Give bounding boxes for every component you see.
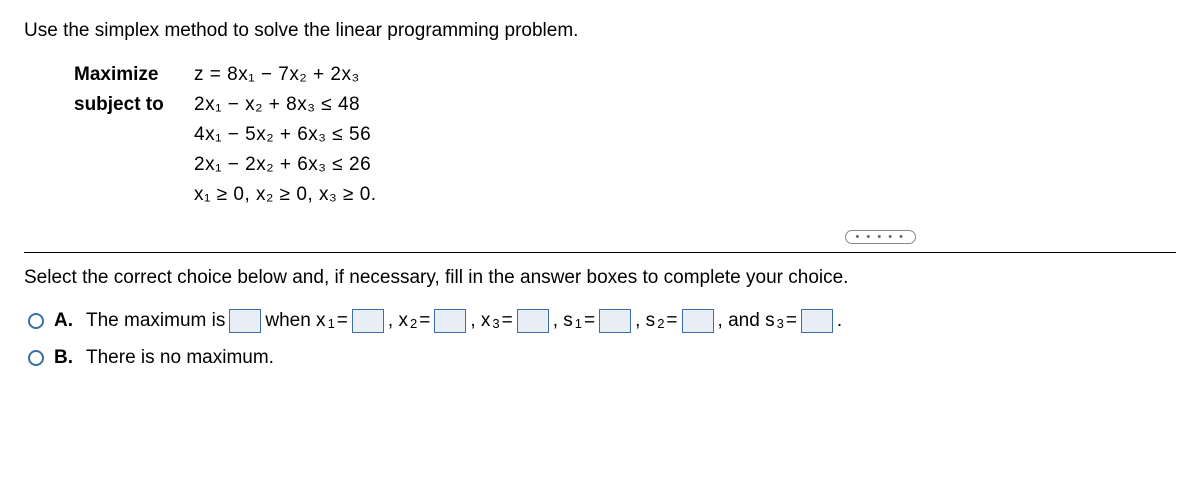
constraint-1: 2x₁ − x₂ + 8x₃ ≤ 48: [194, 90, 377, 120]
objective-function: z = 8x₁ − 7x₂ + 2x₃: [194, 60, 377, 90]
sub: 1: [575, 316, 582, 331]
dots-icon: • • • • •: [845, 230, 916, 244]
answer-max[interactable]: [229, 309, 261, 333]
text: , s: [553, 310, 573, 332]
sub: 3: [777, 316, 784, 331]
sub: 2: [657, 316, 664, 331]
sub: 3: [492, 316, 499, 331]
nonnegativity: x₁ ≥ 0, x₂ ≥ 0, x₃ ≥ 0.: [194, 180, 377, 210]
choice-b-text: There is no maximum.: [86, 347, 274, 369]
text: The maximum is: [86, 310, 225, 332]
sub: 2: [410, 316, 417, 331]
instructions: Select the correct choice below and, if …: [24, 267, 1176, 289]
text: =: [786, 310, 797, 332]
radio-a[interactable]: [28, 313, 44, 329]
choice-b-row[interactable]: B. There is no maximum.: [28, 347, 1176, 369]
choice-a-row[interactable]: A. The maximum is when x1 = , x2 = , x3 …: [28, 309, 1176, 333]
question-text: Use the simplex method to solve the line…: [24, 20, 1176, 42]
text: , x: [470, 310, 490, 332]
sub: 1: [328, 316, 335, 331]
text: =: [584, 310, 595, 332]
radio-b[interactable]: [28, 350, 44, 366]
answer-s3[interactable]: [801, 309, 833, 333]
choice-a-letter: A.: [54, 310, 76, 332]
math-block: Maximize subject to z = 8x₁ − 7x₂ + 2x₃ …: [74, 60, 1176, 210]
answer-s2[interactable]: [682, 309, 714, 333]
answer-s1[interactable]: [599, 309, 631, 333]
label-subject-to: subject to: [74, 90, 194, 120]
answer-x3[interactable]: [517, 309, 549, 333]
text: =: [337, 310, 348, 332]
constraint-2: 4x₁ − 5x₂ + 6x₃ ≤ 56: [194, 120, 377, 150]
text: =: [666, 310, 677, 332]
text: , s: [635, 310, 655, 332]
text: , and s: [718, 310, 775, 332]
choice-a-content: The maximum is when x1 = , x2 = , x3 = ,…: [86, 309, 842, 333]
text: .: [837, 310, 842, 332]
choice-b-letter: B.: [54, 347, 76, 369]
constraint-3: 2x₁ − 2x₂ + 6x₃ ≤ 26: [194, 150, 377, 180]
separator: [24, 252, 1176, 253]
text: , x: [388, 310, 408, 332]
text: =: [502, 310, 513, 332]
more-indicator[interactable]: • • • • •: [24, 224, 1176, 246]
text: =: [419, 310, 430, 332]
label-maximize: Maximize: [74, 60, 194, 90]
answer-x1[interactable]: [352, 309, 384, 333]
text: when x: [265, 310, 325, 332]
answer-x2[interactable]: [434, 309, 466, 333]
